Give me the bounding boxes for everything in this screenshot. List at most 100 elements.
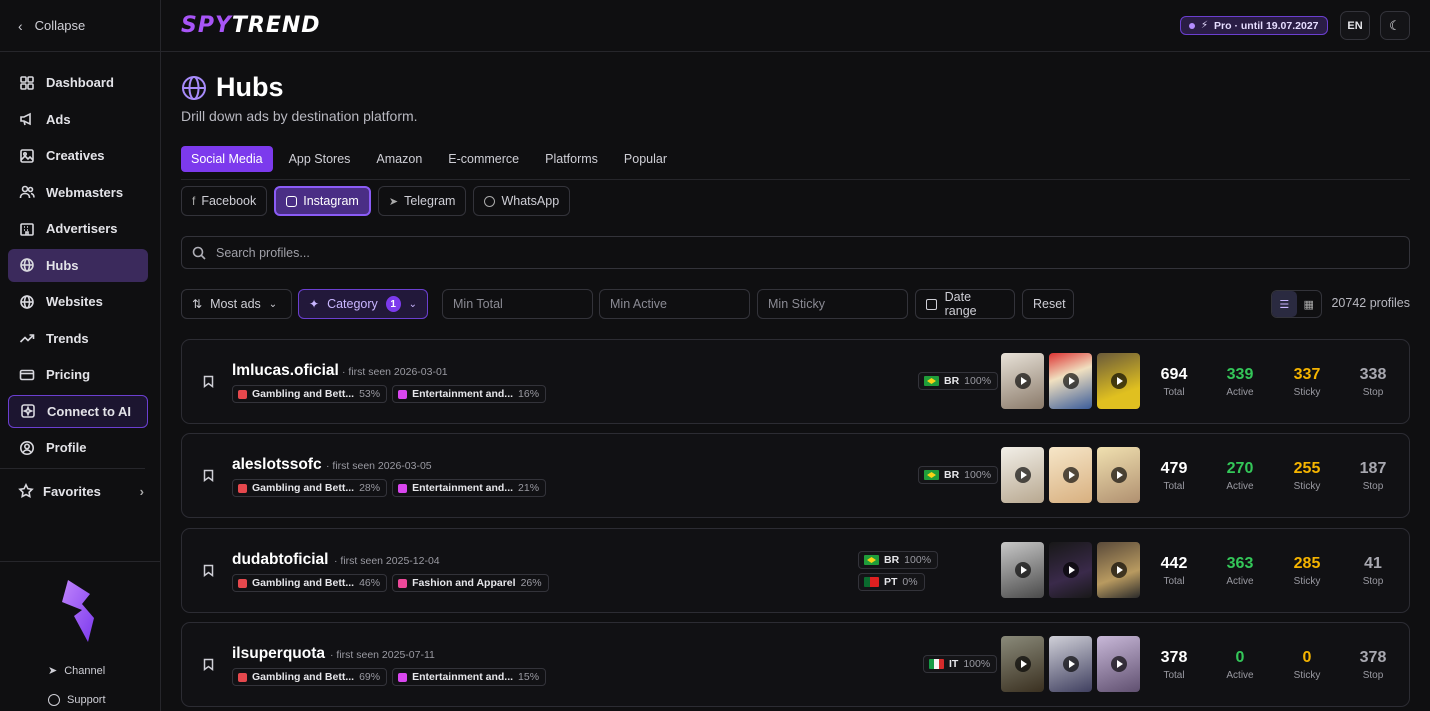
theme-toggle-button[interactable]: ☾ xyxy=(1380,11,1410,40)
list-view-button[interactable]: ☰ xyxy=(1272,291,1297,317)
sidebar-item-profile[interactable]: Profile xyxy=(8,431,148,464)
profile-card[interactable]: dudabtoficial · first seen 2025-12-04 Ga… xyxy=(181,528,1410,613)
creative-thumbnail[interactable] xyxy=(1049,636,1092,692)
grid-view-button[interactable]: ▦ xyxy=(1297,291,1322,317)
tab-app-stores[interactable]: App Stores xyxy=(279,146,361,172)
stat-value: 0 xyxy=(1302,649,1312,666)
sidebar-item-connect-to-ai[interactable]: Connect to AI xyxy=(8,394,148,428)
geo-pct: 100% xyxy=(904,554,932,566)
entertainment-icon xyxy=(398,483,408,493)
geo-badge: IT 100% xyxy=(923,655,998,673)
bookmark-icon[interactable] xyxy=(203,564,214,580)
platform-filters: f Facebook Instagram ➤ Telegram WhatsApp xyxy=(181,186,571,216)
pro-plan-badge[interactable]: ⚡ Pro · until 19.07.2027 xyxy=(1180,16,1328,35)
profile-card[interactable]: lmlucas.oficial · first seen 2026-03-01 … xyxy=(181,339,1410,424)
creative-thumbnail[interactable] xyxy=(1049,542,1092,598)
chat-bubble-icon xyxy=(48,694,60,706)
stat-label: Active xyxy=(1226,481,1254,492)
sidebar-item-creatives[interactable]: Creatives xyxy=(8,139,148,172)
page-subtitle: Drill down ads by destination platform. xyxy=(181,108,418,124)
date-range-button[interactable]: Date range xyxy=(915,289,1015,319)
profile-name[interactable]: aleslotssofc xyxy=(232,456,322,474)
sidebar-item-dashboard[interactable]: Dashboard xyxy=(8,66,148,99)
creative-thumbnail[interactable] xyxy=(1001,636,1044,692)
language-button[interactable]: EN xyxy=(1340,11,1370,40)
creative-thumbnail[interactable] xyxy=(1097,542,1140,598)
geo-list: BR 100% xyxy=(918,466,999,484)
profile-card[interactable]: aleslotssofc · first seen 2026-03-05 Gam… xyxy=(181,433,1410,518)
platform-facebook-button[interactable]: f Facebook xyxy=(181,186,268,216)
tab-amazon[interactable]: Amazon xyxy=(366,146,432,172)
platform-instagram-button[interactable]: Instagram xyxy=(274,186,371,216)
sort-dropdown[interactable]: ⇅ Most ads ⌄ xyxy=(181,289,292,319)
creative-thumbnail[interactable] xyxy=(1049,447,1092,503)
creative-thumbnail[interactable] xyxy=(1097,353,1140,409)
profile-name[interactable]: ilsuperquota xyxy=(232,645,325,663)
lightning-logo-icon xyxy=(62,580,94,642)
category-pct: 46% xyxy=(359,577,381,589)
sidebar-item-label: Hubs xyxy=(46,257,79,273)
megaphone-icon xyxy=(19,111,35,127)
dice-icon xyxy=(238,389,247,399)
support-link[interactable]: Support xyxy=(48,694,106,706)
geo-code: BR xyxy=(944,469,960,481)
chevron-left-icon: ‹ xyxy=(18,17,23,34)
creative-thumbnail[interactable] xyxy=(1001,353,1044,409)
tab-social-media[interactable]: Social Media xyxy=(181,146,273,172)
sidebar-item-websites[interactable]: Websites xyxy=(8,285,148,318)
play-icon xyxy=(1014,656,1031,672)
stat-value: 41 xyxy=(1364,555,1382,572)
category-tag: Gambling and Bett... 46% xyxy=(232,574,388,592)
sidebar-item-webmasters[interactable]: Webmasters xyxy=(8,176,148,209)
creative-thumbnail[interactable] xyxy=(1049,353,1092,409)
entertainment-icon xyxy=(398,672,408,682)
creative-thumbnail[interactable] xyxy=(1001,542,1044,598)
platform-whatsapp-button[interactable]: WhatsApp xyxy=(473,186,571,216)
bookmark-icon[interactable] xyxy=(203,658,214,674)
play-icon xyxy=(1110,562,1127,578)
sidebar-item-ads[interactable]: Ads xyxy=(8,103,148,136)
profile-card[interactable]: ilsuperquota · first seen 2025-07-11 Gam… xyxy=(181,622,1410,707)
instagram-icon xyxy=(286,195,298,207)
stat-total: 442 Total xyxy=(1144,555,1204,587)
min-total-input[interactable]: Min Total xyxy=(442,289,593,319)
platform-label: Telegram xyxy=(404,194,456,208)
tab-e-commerce[interactable]: E-commerce xyxy=(438,146,529,172)
sidebar-item-trends[interactable]: Trends xyxy=(8,322,148,355)
play-icon xyxy=(1062,656,1079,672)
creative-thumbnail[interactable] xyxy=(1097,447,1140,503)
category-dropdown[interactable]: ✦ Category 1 ⌄ xyxy=(298,289,428,319)
platform-label: Facebook xyxy=(201,194,257,208)
stat-active: 270 Active xyxy=(1210,460,1270,492)
channel-link[interactable]: ➤ Channel xyxy=(48,664,105,678)
creative-thumbnail[interactable] xyxy=(1097,636,1140,692)
bookmark-icon[interactable] xyxy=(203,469,214,485)
geo-badge: PT 0% xyxy=(858,573,925,591)
collapse-button[interactable]: ‹ Collapse xyxy=(0,0,161,52)
bookmark-icon[interactable] xyxy=(203,375,214,391)
min-sticky-input[interactable]: Min Sticky xyxy=(757,289,908,319)
search-input[interactable]: Search profiles... xyxy=(181,236,1410,269)
favorites-toggle[interactable]: Favorites › xyxy=(8,475,148,508)
sidebar-item-pricing[interactable]: Pricing xyxy=(8,358,148,391)
creative-thumbnail[interactable] xyxy=(1001,447,1044,503)
profile-name[interactable]: dudabtoficial xyxy=(232,551,328,569)
sidebar-item-advertisers[interactable]: Advertisers xyxy=(8,212,148,245)
stat-label: Active xyxy=(1226,670,1254,681)
divider xyxy=(0,467,145,469)
platform-telegram-button[interactable]: ➤ Telegram xyxy=(377,186,467,216)
date-range-label: Date range xyxy=(944,290,977,318)
tab-platforms[interactable]: Platforms xyxy=(535,146,608,172)
logo-part-spy: SPY xyxy=(181,13,232,38)
profile-name[interactable]: lmlucas.oficial xyxy=(232,362,339,380)
chevron-down-icon: ⌄ xyxy=(408,298,417,310)
stat-value: 378 xyxy=(1160,649,1188,666)
reset-button[interactable]: Reset xyxy=(1022,289,1074,319)
min-active-input[interactable]: Min Active xyxy=(599,289,750,319)
page-title: Hubs xyxy=(216,72,284,102)
tab-popular[interactable]: Popular xyxy=(614,146,677,172)
sidebar-item-hubs[interactable]: Hubs xyxy=(8,248,148,282)
geo-badge: BR 100% xyxy=(858,551,939,569)
language-label: EN xyxy=(1347,19,1363,32)
spytrend-logo[interactable]: SPYTREND xyxy=(181,13,321,38)
